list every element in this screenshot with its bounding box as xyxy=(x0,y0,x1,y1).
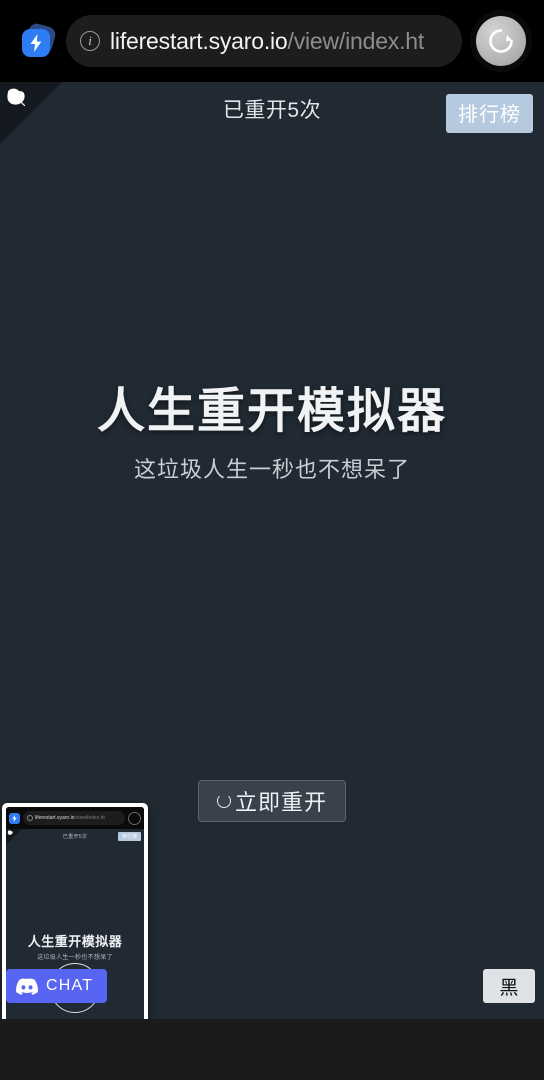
restart-now-button[interactable]: 立即重开 xyxy=(198,780,346,822)
browser-toolbar: i liferestart.syaro.io/view/index.ht xyxy=(0,0,544,82)
pip-restart-count-label: 已重开5次 xyxy=(62,834,88,840)
page-header: 已重开5次 排行榜 xyxy=(0,82,544,136)
url-path: /view/index.ht xyxy=(287,27,425,54)
hero-section: 人生重开模拟器 这垃圾人生一秒也不想呆了 xyxy=(0,382,544,484)
pip-bolt-glyph xyxy=(12,814,17,822)
pip-page-subtitle: 这垃圾人生一秒也不想呆了 xyxy=(37,955,113,961)
address-bar[interactable]: i liferestart.syaro.io/view/index.ht xyxy=(66,15,462,67)
reload-circular-arrow-icon xyxy=(489,29,513,53)
restart-count-label: 已重开5次 xyxy=(222,99,322,122)
reload-disc xyxy=(476,16,526,66)
pip-url-host: liferestart.syaro.io xyxy=(35,815,75,821)
info-circle-icon[interactable]: i xyxy=(80,31,100,51)
pip-browser-toolbar: liferestart.syaro.io/view/index.ht xyxy=(6,807,144,829)
loading-spinner-icon xyxy=(216,794,231,808)
restart-now-label: 立即重开 xyxy=(234,790,327,815)
pip-leaderboard-button: 排行榜 xyxy=(117,832,141,841)
bolt-glyph xyxy=(30,34,42,52)
black-mode-button[interactable]: 黑 xyxy=(483,969,535,1003)
pip-url-path: /view/index.ht xyxy=(74,815,105,821)
app-icon-face xyxy=(22,29,50,57)
url-text: liferestart.syaro.io/view/index.ht xyxy=(110,28,424,55)
reload-button[interactable] xyxy=(470,10,532,72)
page-subtitle: 这垃圾人生一秒也不想呆了 xyxy=(133,457,410,482)
leaderboard-button[interactable]: 排行榜 xyxy=(446,94,533,133)
lightning-bolt-app-icon[interactable] xyxy=(18,21,58,61)
pip-info-circle-icon xyxy=(27,815,33,821)
pip-page-header: 已重开5次 排行榜 xyxy=(6,829,144,844)
chat-button-label: CHAT xyxy=(46,977,94,994)
pip-reload-button xyxy=(128,811,141,825)
device-screen: i liferestart.syaro.io/view/index.ht 已重开… xyxy=(0,0,544,1080)
url-host: liferestart.syaro.io xyxy=(110,27,288,54)
pip-hero-section: 人生重开模拟器 这垃圾人生一秒也不想呆了 xyxy=(6,931,144,961)
web-page-viewport: 已重开5次 排行榜 人生重开模拟器 这垃圾人生一秒也不想呆了 立即重开 CHAT… xyxy=(0,82,544,1019)
pip-address-bar: liferestart.syaro.io/view/index.ht xyxy=(23,811,125,825)
page-title: 人生重开模拟器 xyxy=(96,385,447,438)
system-bottom-strip xyxy=(0,1019,544,1080)
discord-icon xyxy=(16,977,38,995)
discord-chat-button[interactable]: CHAT xyxy=(6,969,108,1003)
pip-page-title: 人生重开模拟器 xyxy=(27,934,123,949)
pip-lightning-bolt-app-icon xyxy=(9,812,20,824)
pip-url-text: liferestart.syaro.io/view/index.ht xyxy=(35,815,105,821)
